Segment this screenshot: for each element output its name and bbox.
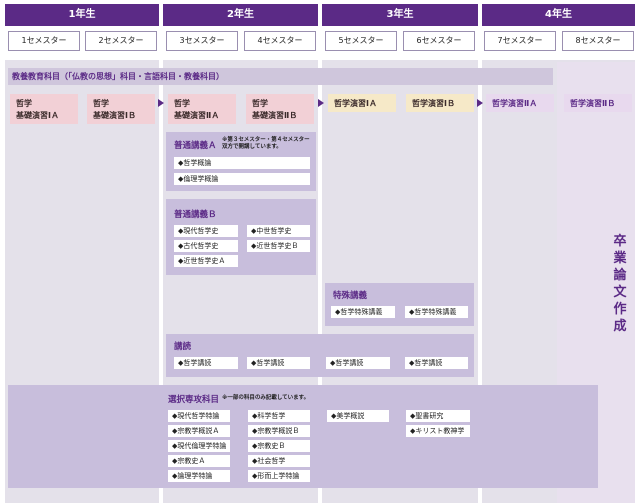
note-line: 双方で開講しています。 bbox=[222, 144, 282, 150]
semester-8: 8セメスター bbox=[562, 31, 634, 51]
thesis-char: 卒 bbox=[613, 234, 627, 249]
thesis-char: 文 bbox=[613, 285, 627, 300]
list-item: ◆近世哲学史Ａ bbox=[174, 255, 238, 267]
list-item: ◆社会哲学 bbox=[248, 455, 310, 467]
seminar-1a: 哲学演習ⅠＡ bbox=[328, 94, 396, 112]
year-header-3: 3年生 bbox=[322, 4, 478, 26]
elective-title: 選択専攻科目 bbox=[168, 395, 220, 405]
list-item: ◆哲学講読 bbox=[174, 357, 238, 369]
semester-6: 6セメスター bbox=[403, 31, 475, 51]
seminar-basic-1a: 哲学基礎演習ⅠＡ bbox=[10, 94, 78, 124]
list-item: ◆現代哲学史 bbox=[174, 225, 238, 237]
seminar-line: 基礎演習ⅠＢ bbox=[93, 111, 136, 120]
reading-box: 講読 ◆哲学講読 ◆哲学講読 ◆哲学講読 ◆哲学講読 bbox=[166, 334, 474, 377]
list-item: ◆宗教史Ｂ bbox=[248, 440, 310, 452]
list-item: ◆哲学講読 bbox=[247, 357, 310, 369]
seminar-line: 基礎演習ⅡＡ bbox=[174, 111, 220, 120]
list-item: ◆聖書研究 bbox=[406, 410, 470, 422]
list-item: ◆美学概説 bbox=[327, 410, 389, 422]
note-line: ※第３セメスター・第４セメスター bbox=[222, 137, 310, 143]
arrow-icon bbox=[477, 99, 483, 107]
thesis-label: 卒 業 論 文 作 成 bbox=[612, 233, 628, 335]
seminar-line: 哲学 bbox=[252, 99, 268, 108]
list-item: ◆哲学特殊講義 bbox=[405, 306, 468, 318]
seminar-line: 哲学 bbox=[16, 99, 32, 108]
lecture-a-title: 普通講義Ａ bbox=[174, 141, 217, 151]
list-item: ◆形而上学特論 bbox=[248, 470, 310, 482]
list-item: ◆現代哲学特論 bbox=[168, 410, 230, 422]
list-item: ◆キリスト教神学 bbox=[406, 425, 470, 437]
semester-1: 1セメスター bbox=[8, 31, 80, 51]
lecture-a-note: ※第３セメスター・第４セメスター 双方で開講しています。 bbox=[222, 137, 310, 151]
seminar-basic-2b: 哲学基礎演習ⅡＢ bbox=[246, 94, 314, 124]
list-item: ◆現代倫理学特論 bbox=[168, 440, 230, 452]
list-item: ◆哲学概論 bbox=[174, 157, 310, 169]
seminar-line: 哲学 bbox=[93, 99, 109, 108]
thesis-char: 成 bbox=[613, 319, 627, 334]
semester-4: 4セメスター bbox=[244, 31, 316, 51]
seminar-line: 基礎演習ⅠＡ bbox=[16, 111, 59, 120]
year-header-4: 4年生 bbox=[482, 4, 635, 26]
list-item: ◆倫理学概論 bbox=[174, 173, 310, 185]
year-header-2: 2年生 bbox=[163, 4, 318, 26]
arrow-icon bbox=[318, 99, 324, 107]
list-item: ◆宗教学概説Ｂ bbox=[248, 425, 310, 437]
general-education-band: 教養教育科目（「仏教の思想」科目・言語科目・教養科目） bbox=[8, 68, 553, 85]
elective-note: ※一部の科目のみ記載しています。 bbox=[222, 395, 310, 401]
semester-7: 7セメスター bbox=[484, 31, 556, 51]
semester-3: 3セメスター bbox=[166, 31, 238, 51]
semester-2: 2セメスター bbox=[85, 31, 157, 51]
list-item: ◆宗教史Ａ bbox=[168, 455, 230, 467]
special-lecture-title: 特殊講義 bbox=[333, 291, 368, 301]
seminar-basic-1b: 哲学基礎演習ⅠＢ bbox=[87, 94, 155, 124]
list-item: ◆宗教学概説Ａ bbox=[168, 425, 230, 437]
thesis-char: 業 bbox=[613, 251, 627, 266]
list-item: ◆哲学特殊講義 bbox=[331, 306, 395, 318]
seminar-2b: 哲学演習ⅡＢ bbox=[564, 94, 632, 112]
seminar-1b: 哲学演習ⅠＢ bbox=[406, 94, 474, 112]
list-item: ◆科学哲学 bbox=[248, 410, 310, 422]
thesis-char: 論 bbox=[613, 268, 627, 283]
arrow-icon bbox=[158, 99, 164, 107]
list-item: ◆古代哲学史 bbox=[174, 240, 238, 252]
seminar-line: 哲学 bbox=[174, 99, 190, 108]
reading-title: 講読 bbox=[174, 342, 192, 352]
list-item: ◆中世哲学史 bbox=[247, 225, 310, 237]
semester-5: 5セメスター bbox=[325, 31, 397, 51]
thesis-char: 作 bbox=[613, 302, 627, 317]
lecture-b-box: 普通講義Ｂ ◆現代哲学史 ◆中世哲学史 ◆古代哲学史 ◆近世哲学史Ｂ ◆近世哲学… bbox=[166, 199, 316, 275]
list-item: ◆哲学講読 bbox=[405, 357, 468, 369]
special-lecture-box: 特殊講義 ◆哲学特殊講義 ◆哲学特殊講義 bbox=[325, 283, 474, 326]
seminar-line: 基礎演習ⅡＢ bbox=[252, 111, 298, 120]
list-item: ◆近世哲学史Ｂ bbox=[247, 240, 310, 252]
lecture-a-box: 普通講義Ａ ※第３セメスター・第４セメスター 双方で開講しています。 ◆哲学概論 … bbox=[166, 132, 316, 191]
list-item: ◆哲学講読 bbox=[326, 357, 390, 369]
elective-box: 選択専攻科目 ※一部の科目のみ記載しています。 ◆現代哲学特論 ◆科学哲学 ◆美… bbox=[8, 385, 598, 488]
seminar-basic-2a: 哲学基礎演習ⅡＡ bbox=[168, 94, 236, 124]
lecture-b-title: 普通講義Ｂ bbox=[174, 210, 217, 220]
list-item: ◆論理学特論 bbox=[168, 470, 230, 482]
year-header-1: 1年生 bbox=[5, 4, 159, 26]
seminar-2a: 哲学演習ⅡＡ bbox=[486, 94, 554, 112]
